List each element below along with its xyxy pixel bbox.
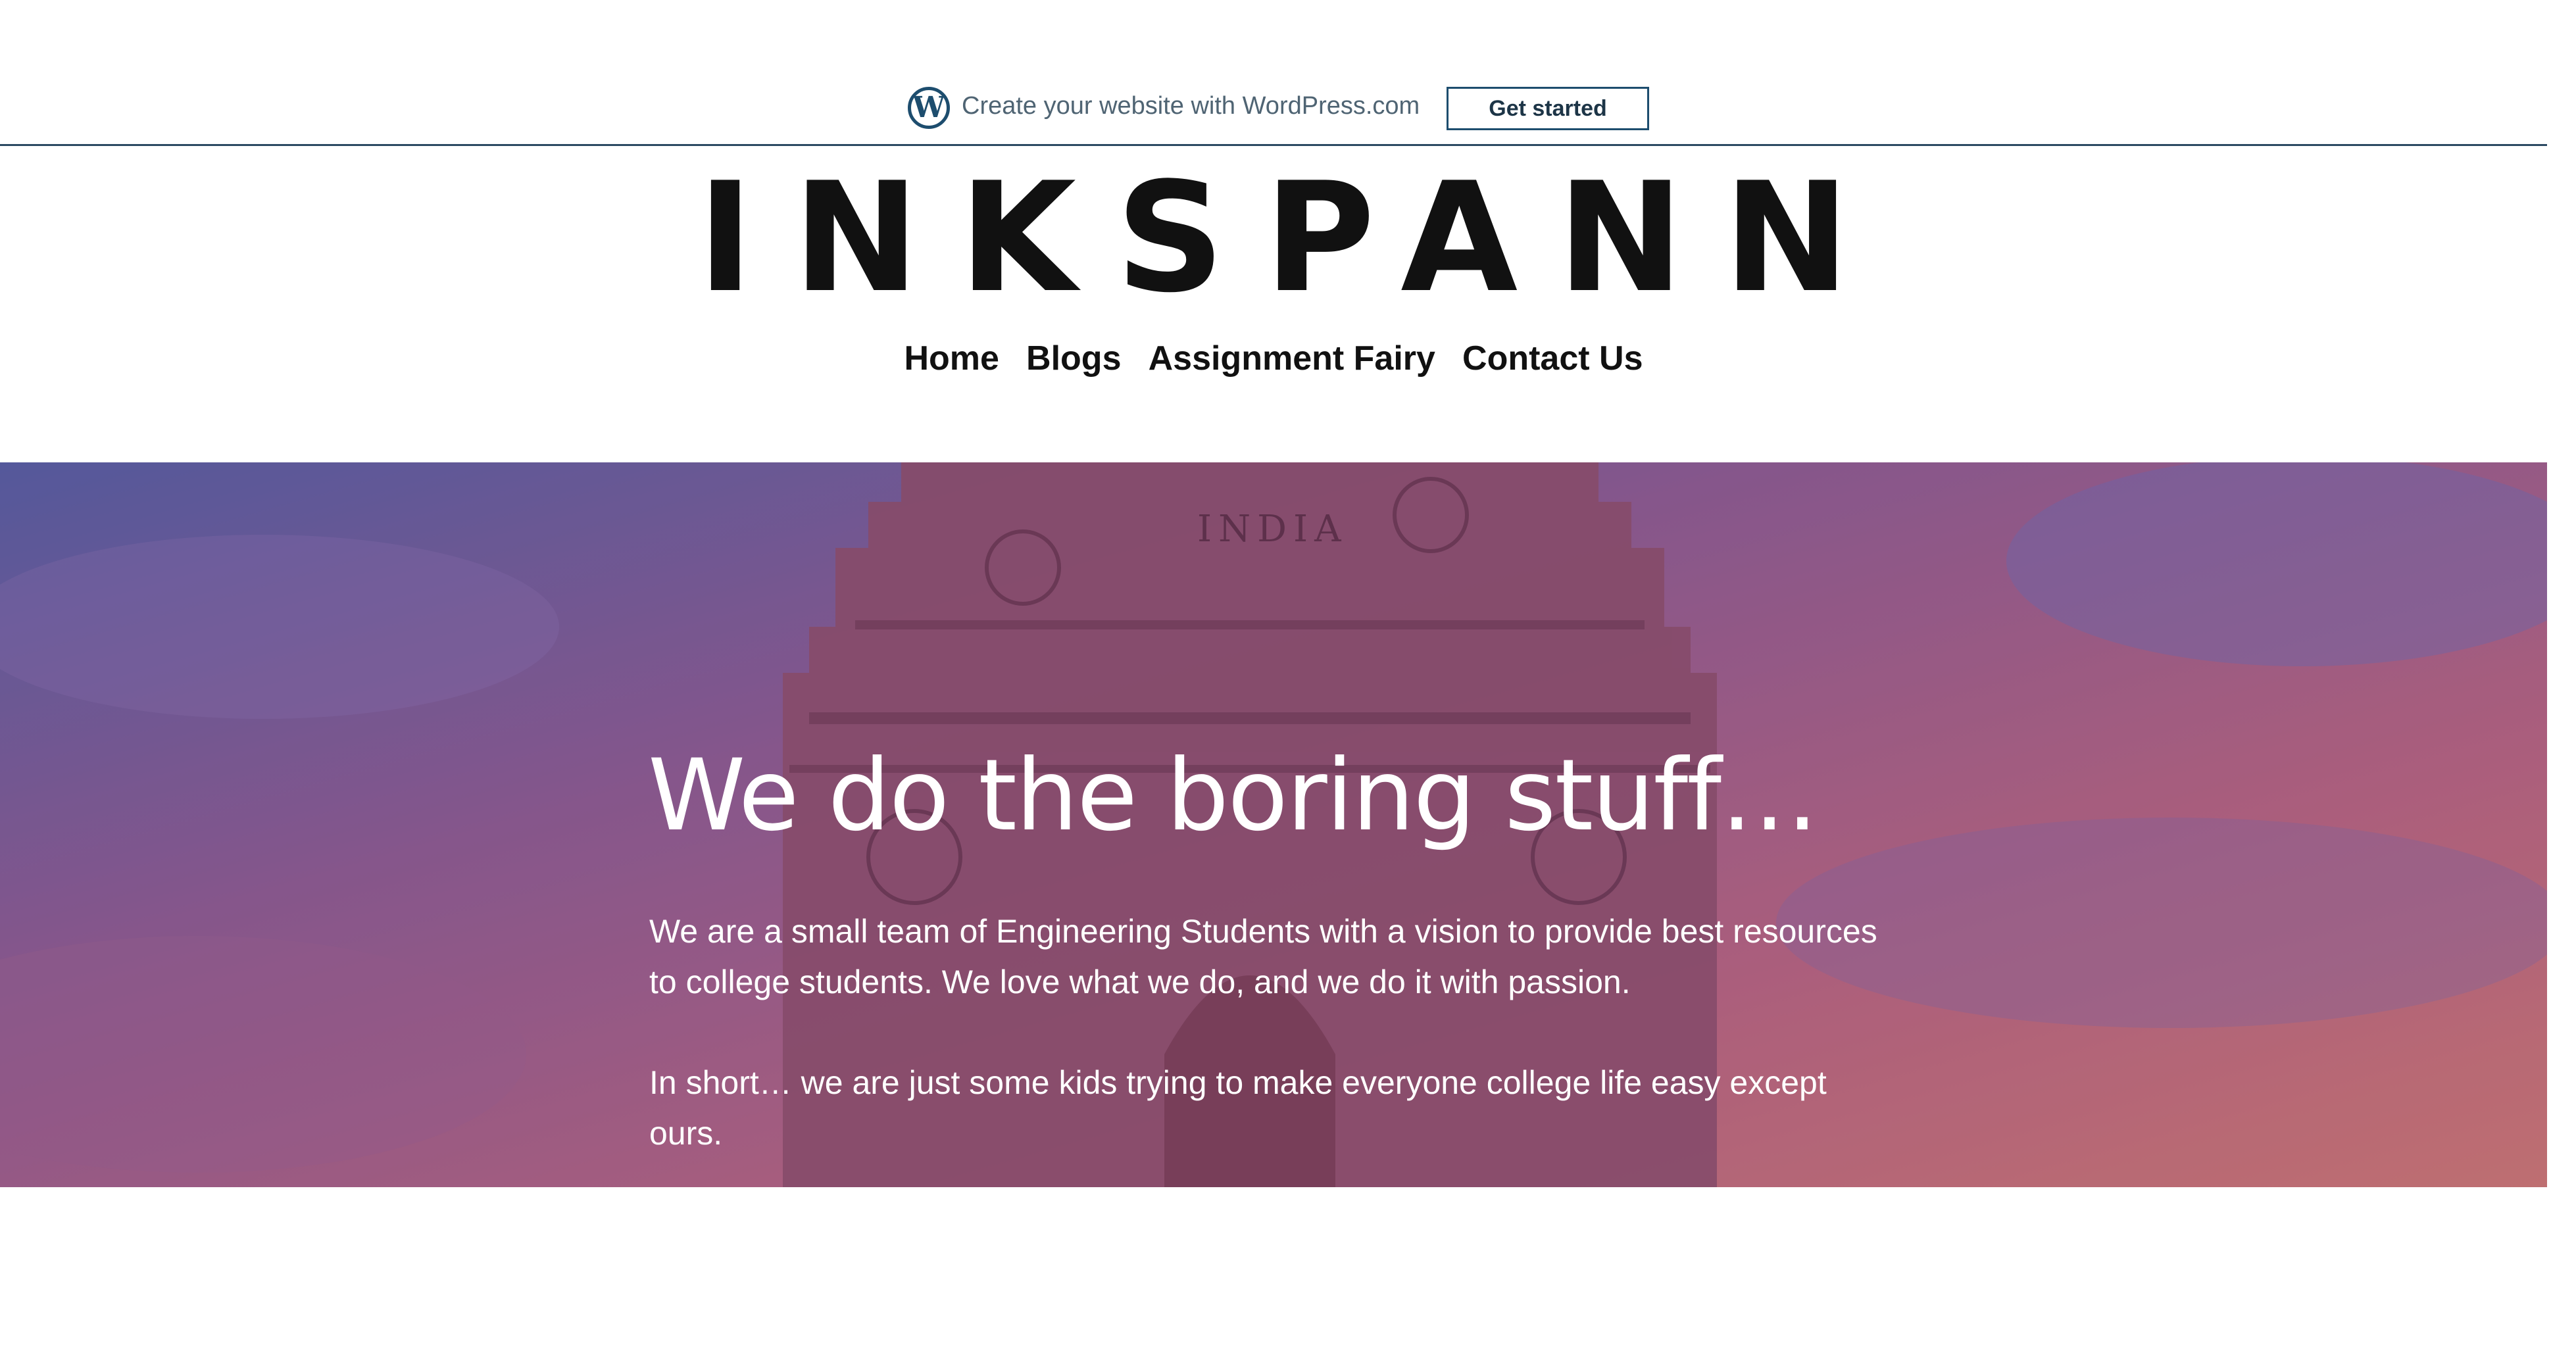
hero-heading: We do the boring stuff…	[648, 739, 1819, 853]
get-started-button[interactable]: Get started	[1447, 87, 1649, 130]
main-navigation: Home Blogs Assignment Fairy Contact Us	[0, 339, 2547, 378]
nav-item-contact-us[interactable]: Contact Us	[1462, 339, 1643, 378]
hero-paragraph-1: We are a small team of Engineering Stude…	[649, 913, 1877, 1000]
wordpress-banner: W Create your website with WordPress.com…	[0, 0, 2547, 146]
hero-paragraph-2: In short… we are just some kids trying t…	[649, 1064, 1827, 1152]
site-title[interactable]: INKSPANN	[0, 163, 2547, 314]
nav-item-blogs[interactable]: Blogs	[1026, 339, 1121, 378]
wordpress-logo-icon[interactable]: W	[908, 87, 950, 129]
nav-item-home[interactable]: Home	[904, 339, 999, 378]
nav-item-assignment-fairy[interactable]: Assignment Fairy	[1149, 339, 1435, 378]
wordpress-banner-text[interactable]: Create your website with WordPress.com	[962, 92, 1420, 120]
hero-section: INDIA We do the boring stuff… We are a s…	[0, 462, 2547, 1187]
